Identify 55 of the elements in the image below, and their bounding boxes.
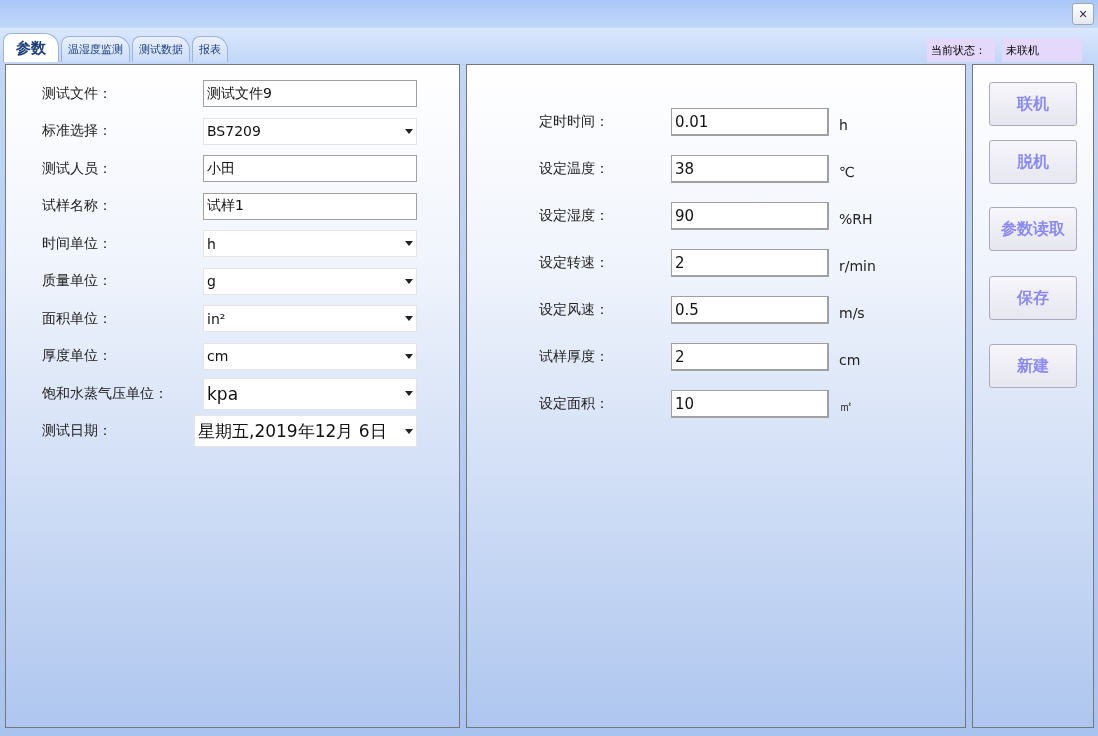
field-label: 试样厚度： bbox=[538, 348, 610, 366]
close-button[interactable]: × bbox=[1072, 3, 1094, 25]
field-label: 厚度单位： bbox=[41, 347, 113, 366]
input-field[interactable]: 38 bbox=[671, 155, 829, 183]
caret-icon bbox=[405, 428, 413, 434]
dropdown[interactable]: g bbox=[203, 267, 417, 295]
dropdown[interactable]: cm bbox=[203, 342, 417, 370]
tab[interactable]: 参数 bbox=[3, 33, 59, 62]
field-label: 测试日期： bbox=[41, 422, 113, 441]
field-label: 时间单位： bbox=[41, 234, 113, 253]
input-field[interactable]: 2 bbox=[671, 343, 829, 371]
input-field[interactable]: 0.5 bbox=[671, 296, 829, 324]
field-label: 设定面积： bbox=[538, 395, 610, 413]
unit-label: cm bbox=[839, 352, 861, 368]
tab[interactable]: 测试数据 bbox=[132, 36, 190, 62]
field-label: 饱和水蒸气压单位： bbox=[41, 384, 169, 403]
unit-label: %RH bbox=[839, 211, 873, 227]
caret-icon bbox=[405, 391, 413, 397]
field-label: 定时时间： bbox=[538, 113, 610, 131]
status-label: 当前状态： bbox=[927, 38, 995, 62]
dropdown[interactable]: h bbox=[203, 230, 417, 258]
field-label: 设定温度： bbox=[538, 160, 610, 178]
input-field[interactable]: 0.01 bbox=[671, 108, 829, 136]
field-label: 设定转速： bbox=[538, 254, 610, 272]
tab[interactable]: 报表 bbox=[192, 36, 228, 62]
caret-icon bbox=[405, 128, 413, 134]
dropdown[interactable]: kpa bbox=[203, 377, 417, 410]
dropdown[interactable]: in² bbox=[203, 305, 417, 333]
unit-label: h bbox=[839, 117, 848, 133]
field-label: 测试文件： bbox=[41, 84, 113, 103]
field-label: 设定湿度： bbox=[538, 207, 610, 225]
field-label: 测试人员： bbox=[41, 159, 113, 178]
unit-label: ℃ bbox=[839, 164, 855, 180]
unit-label: ㎡ bbox=[839, 398, 853, 416]
field-label: 标准选择： bbox=[41, 122, 113, 141]
input-field[interactable]: 10 bbox=[671, 390, 829, 418]
unit-label: m/s bbox=[839, 305, 865, 321]
status-value: 未联机 bbox=[1002, 38, 1082, 62]
input-field[interactable]: 2 bbox=[671, 249, 829, 277]
text-field[interactable]: 试样1 bbox=[203, 192, 417, 220]
dropdown[interactable]: BS7209 bbox=[203, 117, 417, 145]
field-label: 面积单位： bbox=[41, 309, 113, 328]
field-label: 质量单位： bbox=[41, 272, 113, 291]
caret-icon bbox=[405, 316, 413, 322]
date-picker[interactable]: 星期五,2019年12月 6日 bbox=[194, 415, 417, 448]
text-field[interactable]: 小田 bbox=[203, 155, 417, 183]
field-label: 试样名称： bbox=[41, 197, 113, 216]
caret-icon bbox=[405, 278, 413, 284]
caret-icon bbox=[405, 241, 413, 247]
field-label: 设定风速： bbox=[538, 301, 610, 319]
tab[interactable]: 温湿度监测 bbox=[61, 36, 130, 62]
unit-label: r/min bbox=[839, 258, 876, 274]
input-field[interactable]: 90 bbox=[671, 202, 829, 230]
caret-icon bbox=[405, 353, 413, 359]
text-field[interactable]: 测试文件9 bbox=[203, 80, 417, 108]
